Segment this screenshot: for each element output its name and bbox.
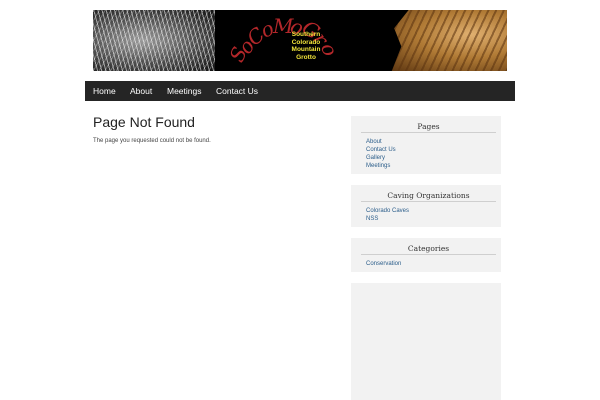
pages-widget: Pages About Contact Us Gallery Meetings (351, 116, 501, 174)
logo-line: Grotto (296, 53, 316, 61)
frost-image (93, 10, 215, 71)
nav-about[interactable]: About (130, 81, 152, 101)
categories-list: Conservation (366, 260, 401, 268)
page-title: Page Not Found (93, 114, 195, 130)
empty-widget (351, 283, 501, 400)
categories-widget: Categories Conservation (351, 238, 501, 272)
category-link-conservation[interactable]: Conservation (366, 260, 401, 268)
categories-widget-title: Categories (361, 243, 496, 255)
pages-link-gallery[interactable]: Gallery (366, 154, 396, 162)
caving-orgs-widget-title: Caving Organizations (361, 190, 496, 202)
rock-image (391, 10, 507, 71)
orgs-link-nss[interactable]: NSS (366, 215, 409, 223)
logo-text: Southern Colorado Mountain Grotto (269, 31, 343, 61)
nav-home[interactable]: Home (93, 81, 116, 101)
pages-widget-title: Pages (361, 121, 496, 133)
orgs-link-colorado-caves[interactable]: Colorado Caves (366, 207, 409, 215)
pages-link-contact-us[interactable]: Contact Us (366, 146, 396, 154)
site-banner[interactable]: S o C o M o G r o Southern Colorado Moun… (93, 10, 507, 71)
pages-link-about[interactable]: About (366, 138, 396, 146)
caving-orgs-list: Colorado Caves NSS (366, 207, 409, 223)
nav-meetings[interactable]: Meetings (167, 81, 202, 101)
logo-line: Colorado (291, 38, 321, 46)
nav-contact-us[interactable]: Contact Us (216, 81, 258, 101)
caving-orgs-widget: Caving Organizations Colorado Caves NSS (351, 185, 501, 227)
logo-line: Southern (291, 31, 321, 38)
pages-list: About Contact Us Gallery Meetings (366, 138, 396, 170)
not-found-message: The page you requested could not be foun… (93, 138, 211, 144)
pages-link-meetings[interactable]: Meetings (366, 162, 396, 170)
main-nav: Home About Meetings Contact Us (85, 81, 515, 101)
logo-line: Mountain (291, 46, 321, 54)
